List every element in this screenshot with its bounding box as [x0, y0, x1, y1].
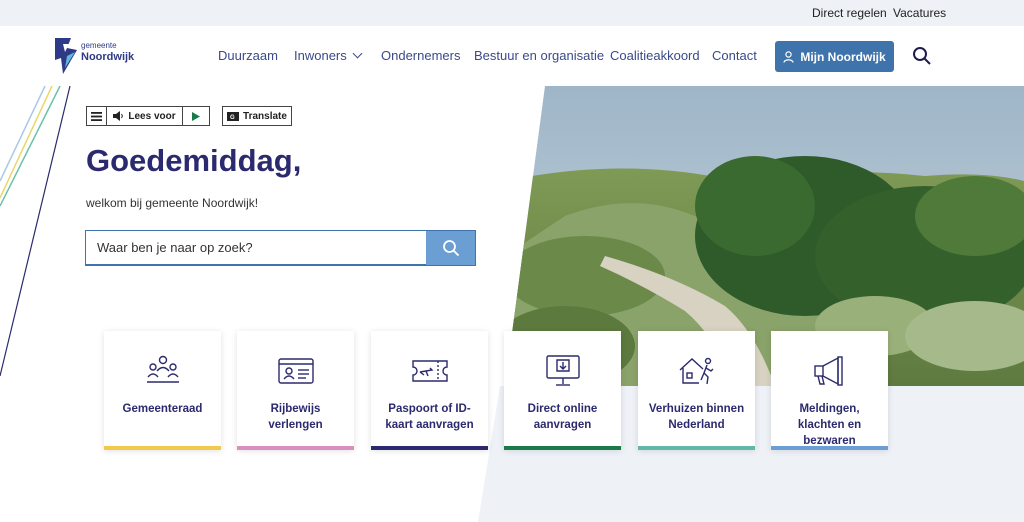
card-label: Direct online aanvragen: [527, 403, 598, 431]
search-icon[interactable]: [912, 46, 932, 66]
card-verhuizen[interactable]: Verhuizen binnen Nederland: [638, 331, 755, 450]
chevron-down-icon: [352, 48, 363, 59]
play-icon: [192, 111, 200, 121]
greeting-heading: Goedemiddag,: [86, 143, 302, 178]
monitor-download-icon: [545, 355, 580, 386]
logo-mark-icon: [55, 38, 77, 74]
id-card-icon: [277, 358, 314, 384]
nav-item-ondernemers[interactable]: Ondernemers: [381, 48, 460, 63]
card-label: Verhuizen binnen Nederland: [648, 403, 745, 431]
search-input[interactable]: [86, 231, 427, 264]
card-label: Rijbewijs verlengen: [268, 403, 323, 431]
translate-icon: G: [227, 111, 240, 121]
card-accent-bar: [504, 446, 621, 450]
site-search: [85, 230, 476, 266]
play-button[interactable]: [183, 107, 209, 125]
utility-bar: Direct regelen Vacatures: [0, 0, 1024, 26]
decorative-lines: [0, 86, 71, 377]
logo-subtitle: gemeente: [81, 41, 117, 50]
card-rijbewijs[interactable]: Rijbewijs verlengen: [237, 331, 354, 450]
nav-item-bestuur[interactable]: Bestuur en organisatie: [474, 48, 604, 63]
readspeaker-toolbar: Lees voor: [86, 106, 210, 126]
direct-regelen-link[interactable]: Direct regelen: [812, 6, 887, 20]
lees-voor-label: Lees voor: [128, 110, 176, 122]
menu-icon[interactable]: [87, 107, 107, 125]
gemeente-noordwijk-logo[interactable]: gemeente Noordwijk: [53, 38, 135, 76]
moving-house-icon: [679, 357, 713, 385]
mijn-noordwijk-button[interactable]: Mijn Noordwijk: [775, 41, 894, 72]
speaker-icon: [113, 111, 124, 121]
translate-button[interactable]: G Translate: [222, 106, 292, 126]
search-submit-button[interactable]: [426, 231, 475, 265]
megaphone-icon: [813, 356, 843, 386]
vacatures-link[interactable]: Vacatures: [893, 6, 946, 20]
nav-item-inwoners[interactable]: Inwoners: [294, 48, 363, 63]
card-paspoort[interactable]: Paspoort of ID-kaart aanvragen: [371, 331, 488, 450]
translate-label: Translate: [243, 110, 287, 122]
search-icon: [442, 240, 459, 257]
main-navigation: gemeente Noordwijk Duurzaam Inwoners Ond…: [0, 26, 1024, 86]
card-accent-bar: [771, 446, 888, 450]
card-accent-bar: [237, 446, 354, 450]
logo-title: Noordwijk: [81, 51, 135, 63]
card-meldingen[interactable]: Meldingen, klachten en bezwaren: [771, 331, 888, 450]
card-accent-bar: [371, 446, 488, 450]
welcome-text: welkom bij gemeente Noordwijk!: [86, 196, 259, 210]
svg-text:G: G: [230, 115, 235, 121]
council-icon: [146, 355, 179, 383]
card-direct-online[interactable]: Direct online aanvragen: [504, 331, 621, 450]
nav-item-duurzaam[interactable]: Duurzaam: [218, 48, 278, 63]
passport-icon: [411, 360, 448, 382]
card-label: Meldingen, klachten en bezwaren: [797, 403, 862, 447]
card-accent-bar: [104, 446, 221, 450]
user-icon: [783, 50, 794, 63]
nav-item-coalitieakkoord[interactable]: Coalitieakkoord: [610, 48, 700, 63]
nav-item-contact[interactable]: Contact: [712, 48, 757, 63]
lees-voor-button[interactable]: Lees voor: [107, 107, 183, 125]
card-label: Gemeenteraad: [122, 403, 203, 415]
card-accent-bar: [638, 446, 755, 450]
mijn-noordwijk-label: Mijn Noordwijk: [800, 49, 886, 64]
nav-item-inwoners-label: Inwoners: [294, 48, 347, 63]
card-label: Paspoort of ID-kaart aanvragen: [385, 403, 474, 431]
card-gemeenteraad[interactable]: Gemeenteraad: [104, 331, 221, 450]
